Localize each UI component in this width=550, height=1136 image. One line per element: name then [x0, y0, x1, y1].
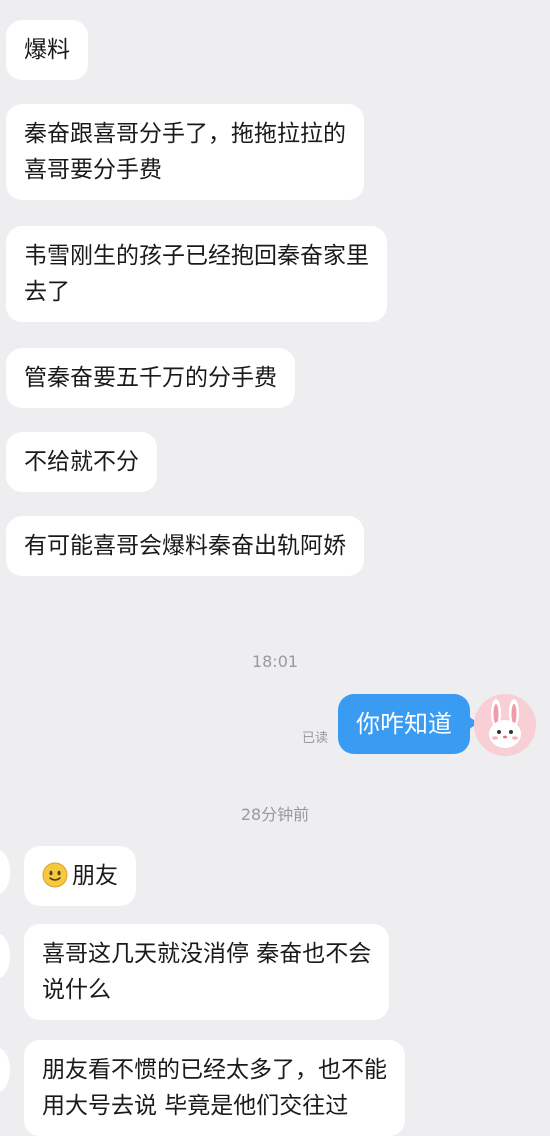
slightly-smiling-face-icon [42, 862, 68, 887]
message-text: 喜哥要分手费 [24, 157, 162, 183]
message-bubble[interactable]: 秦奋跟喜哥分手了，拖拖拉拉的 喜哥要分手费 [6, 104, 364, 200]
message-bubble[interactable]: 爆料 [6, 20, 88, 80]
message-bubble[interactable]: 韦雪刚生的孩子已经抱回秦奋家里 去了 [6, 226, 387, 322]
message-text: 不给就不分 [24, 449, 139, 475]
sender-avatar[interactable] [0, 850, 10, 894]
message-text: 韦雪刚生的孩子已经抱回秦奋家里 [24, 243, 369, 269]
message-bubble[interactable]: 朋友 [24, 846, 136, 906]
message-text: 爆料 [24, 37, 70, 63]
message-text: 喜哥这几天就没消停 秦奋也不会 [42, 941, 372, 967]
message-text: 朋友看不惯的已经太多了，也不能 [42, 1057, 387, 1083]
message-text: 去了 [24, 279, 70, 305]
avatar[interactable] [474, 694, 536, 756]
message-text: 秦奋跟喜哥分手了，拖拖拉拉的 [24, 121, 346, 147]
message-text: 管秦奋要五千万的分手费 [24, 365, 277, 391]
timestamp: 28分钟前 [240, 805, 310, 824]
timestamp: 18:01 [251, 652, 299, 671]
read-status: 已读 [302, 731, 329, 746]
sender-avatar[interactable] [0, 934, 10, 978]
outgoing-message-bubble[interactable]: 你咋知道 [338, 694, 478, 754]
message-bubble[interactable]: 有可能喜哥会爆料秦奋出轨阿娇 [6, 516, 364, 576]
message-text: 你咋知道 [356, 710, 452, 738]
message-text: 朋友 [72, 863, 118, 889]
sender-avatar[interactable] [0, 1048, 10, 1092]
message-text: 用大号去说 毕竟是他们交往过 [42, 1093, 349, 1119]
message-text: 有可能喜哥会爆料秦奋出轨阿娇 [24, 533, 346, 559]
message-bubble[interactable]: 喜哥这几天就没消停 秦奋也不会 说什么 [24, 924, 390, 1020]
chat-window: 爆料 秦奋跟喜哥分手了，拖拖拉拉的 喜哥要分手费 韦雪刚生的孩子已经抱回秦奋家里… [0, 0, 550, 1136]
bunny-avatar-icon [474, 694, 536, 756]
message-bubble[interactable]: 朋友看不惯的已经太多了，也不能 用大号去说 毕竟是他们交往过 [24, 1040, 405, 1136]
message-bubble[interactable]: 管秦奋要五千万的分手费 [6, 348, 295, 408]
message-bubble[interactable]: 不给就不分 [6, 432, 157, 492]
message-text: 说什么 [42, 977, 111, 1003]
